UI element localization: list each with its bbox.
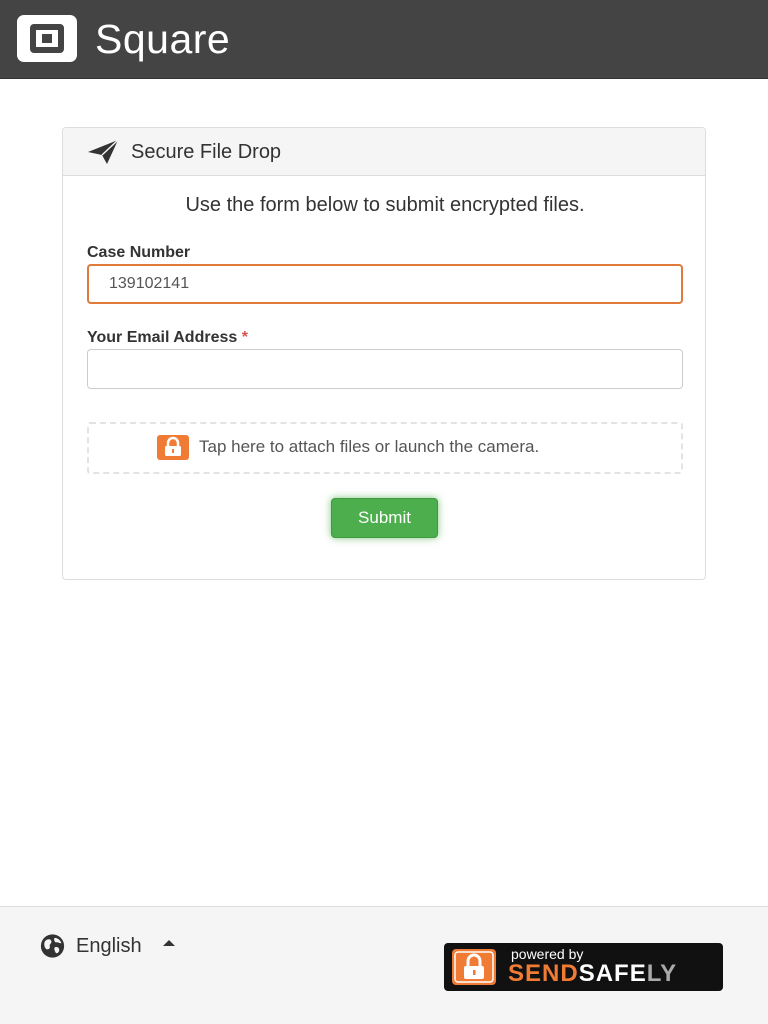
- wordmark-send: SEND: [508, 960, 579, 987]
- panel-header: Secure File Drop: [63, 128, 705, 176]
- email-label: Your Email Address *: [87, 329, 248, 347]
- wordmark-safe: SAFE: [578, 960, 647, 987]
- top-bar: Square: [0, 0, 768, 79]
- case-number-label: Case Number: [87, 244, 191, 261]
- submit-button[interactable]: Submit: [331, 498, 438, 538]
- sendsafely-wordmark: SENDSAFELY: [508, 960, 677, 988]
- globe-icon: [40, 934, 65, 958]
- lock-icon: [157, 435, 189, 460]
- wordmark-ly: LY: [646, 960, 678, 987]
- caret-up-icon[interactable]: [163, 940, 175, 946]
- panel-title: Secure File Drop: [131, 141, 282, 163]
- brand-name: Square: [95, 16, 231, 62]
- attach-files-text: Tap here to attach files or launch the c…: [199, 437, 540, 456]
- footer: English powered by SENDSAFELY: [0, 906, 768, 1024]
- case-number-input[interactable]: [87, 264, 683, 304]
- secure-file-drop-panel: Secure File Drop Use the form below to s…: [62, 127, 706, 580]
- sendsafely-lock-icon: [452, 949, 496, 985]
- powered-by-sendsafely-badge[interactable]: powered by SENDSAFELY: [444, 943, 723, 991]
- square-logo-icon: [17, 15, 77, 62]
- language-selector[interactable]: English: [76, 935, 142, 958]
- intro-text: Use the form below to submit encrypted f…: [185, 194, 585, 216]
- paper-plane-icon: [88, 139, 119, 164]
- email-input[interactable]: [87, 349, 683, 389]
- required-marker: *: [241, 329, 248, 346]
- attach-files-dropzone[interactable]: Tap here to attach files or launch the c…: [87, 422, 683, 474]
- email-label-text: Your Email Address: [87, 329, 238, 346]
